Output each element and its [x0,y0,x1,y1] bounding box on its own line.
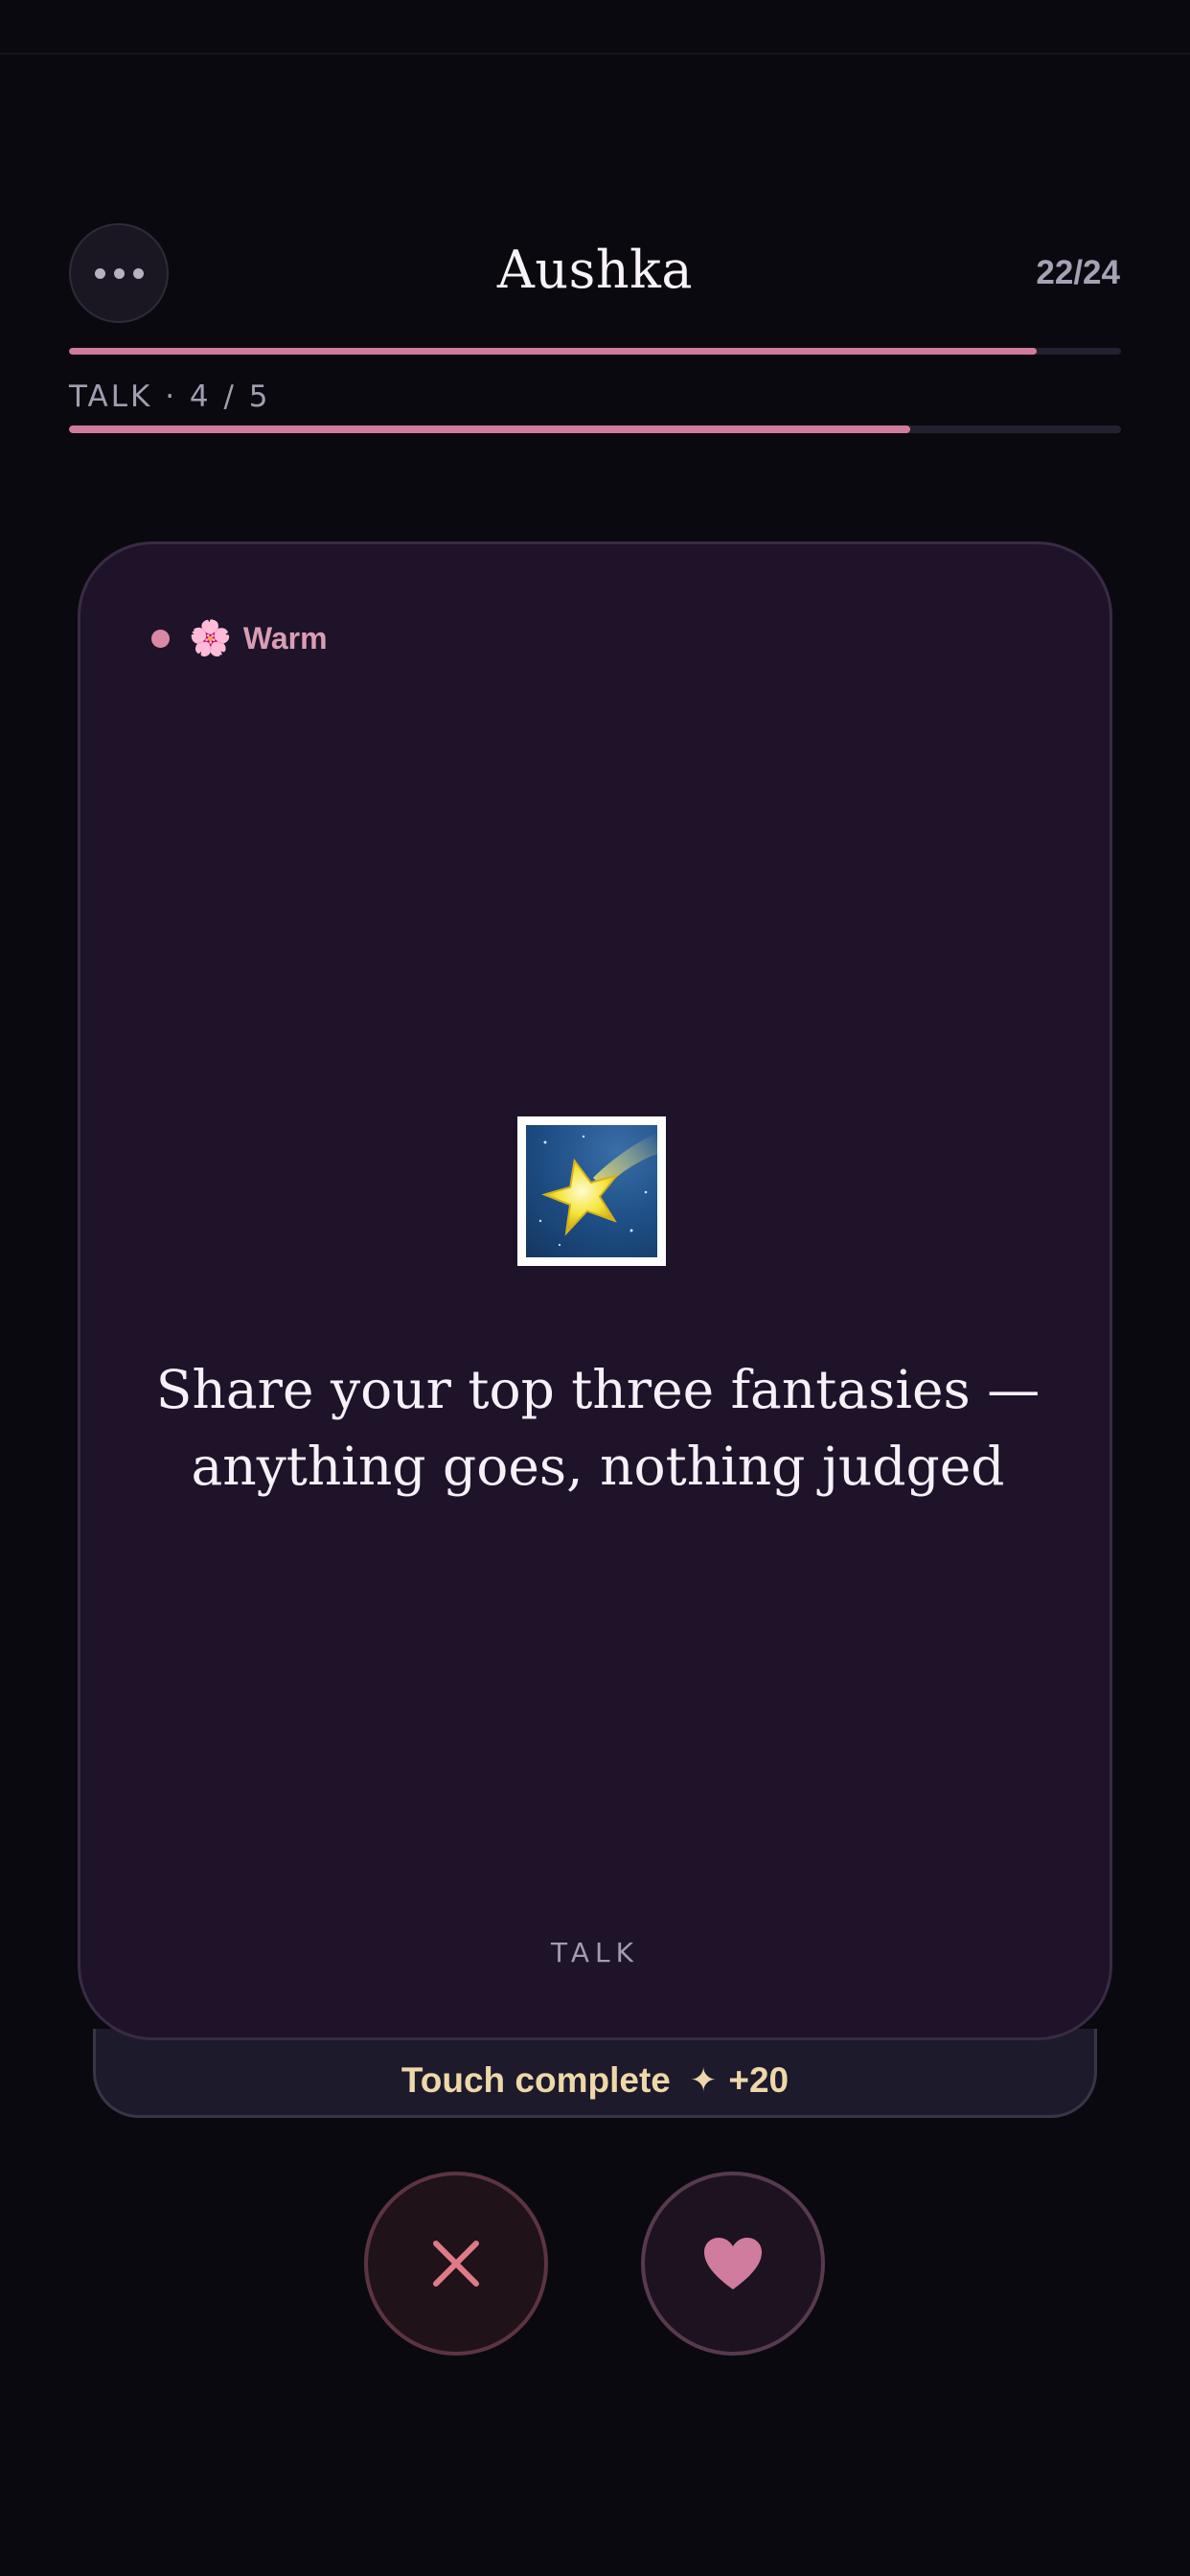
section-progress-bar [69,426,1121,433]
points-badge: +20 [728,2060,790,2100]
page-title: Aushka [496,240,694,300]
prompt-card[interactable]: 🌸 Warm Share your top three fantasies — … [78,541,1112,2040]
close-icon [433,2241,479,2287]
overall-progress-bar [69,348,1121,355]
section-label: TALK · 4 / 5 [69,380,271,414]
tag-label: Warm [242,621,328,656]
shooting-star-icon [517,1116,666,1266]
status-bar-divider [0,53,1190,55]
like-button[interactable] [641,2172,825,2356]
cherry-blossom-icon: 🌸 [189,618,232,658]
overall-progress-fill [69,348,1038,355]
status-pill: Touch complete ✦ +20 [93,2029,1097,2118]
tag-dot [151,630,170,648]
prompt-text: Share your top three fantasies — anythin… [155,1359,1041,1497]
heart-icon [704,2238,762,2289]
intensity-tag: 🌸 Warm [151,621,328,656]
card-counter: 22/24 [1036,254,1120,291]
sparkle-icon: ✦ [689,2061,718,2100]
card-category: TALK [550,1937,640,1968]
skip-button[interactable] [364,2172,548,2356]
section-progress-fill [69,426,911,433]
status-text: Touch complete [400,2060,671,2100]
